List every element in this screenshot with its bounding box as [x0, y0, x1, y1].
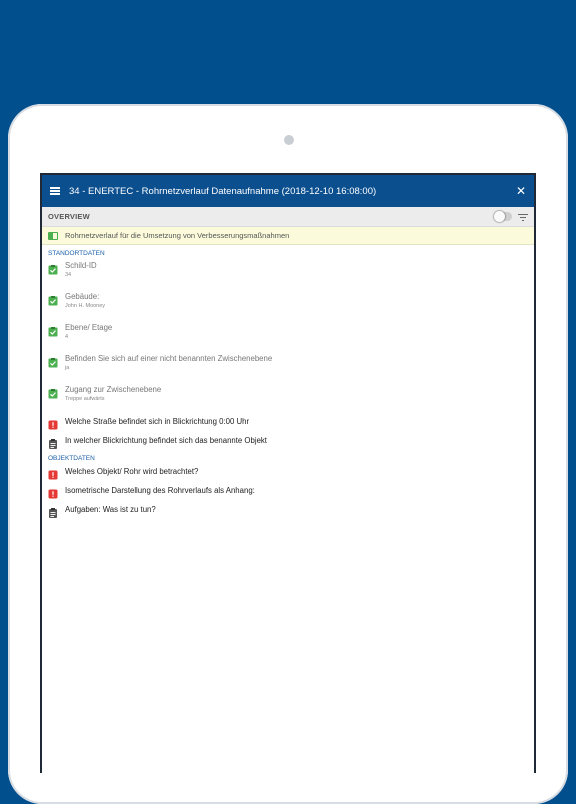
app-bar: 34 - ENERTEC - Rohrnetzverlauf Datenaufn…: [42, 175, 534, 207]
alert-icon: [48, 467, 58, 479]
item-value: Treppe aufwärts: [65, 396, 105, 402]
item-text: Welches Objekt/ Rohr wird betrachtet?: [65, 467, 198, 476]
overview-toggle[interactable]: [494, 211, 512, 222]
form-item[interactable]: Isometrische Darstellung des Rohrverlauf…: [42, 481, 534, 500]
section-header: STANDORTDATEN: [48, 250, 105, 257]
item-text: Isometrische Darstellung des Rohrverlauf…: [65, 486, 255, 495]
form-item[interactable]: Ebene/ Etage 4: [42, 319, 534, 350]
item-label: Gebäude:: [65, 292, 100, 301]
form-item[interactable]: Schild-ID 34: [42, 257, 534, 288]
form-item[interactable]: Welche Straße befindet sich in Blickrich…: [42, 412, 534, 431]
item-text: Zugang zur Zwischenebene Treppe aufwärts: [65, 385, 161, 402]
app-title: 34 - ENERTEC - Rohrnetzverlauf Datenaufn…: [69, 185, 377, 197]
form-icon: [48, 231, 58, 240]
banner-text: Rohrnetzverlauf für die Umsetzung von Ve…: [65, 231, 290, 240]
item-value: ja: [65, 365, 70, 371]
form-item[interactable]: Gebäude: John H. Mooney: [42, 288, 534, 319]
item-text: Ebene/ Etage 4: [65, 323, 112, 340]
overview-label: OVERVIEW: [48, 212, 90, 221]
clipboard-check-icon: [48, 355, 58, 368]
form-item[interactable]: In welcher Blickrichtung befindet sich d…: [42, 431, 534, 450]
item-label: Welche Straße befindet sich in Blickrich…: [65, 417, 250, 426]
clipboard-check-icon: [48, 262, 58, 275]
toggle-knob: [494, 211, 505, 222]
item-value: 34: [65, 272, 72, 278]
close-icon[interactable]: ✕: [516, 185, 526, 197]
filter-icon[interactable]: [518, 213, 528, 221]
item-text: In welcher Blickrichtung befindet sich d…: [65, 436, 267, 445]
item-label: Welches Objekt/ Rohr wird betrachtet?: [65, 467, 199, 476]
form-item[interactable]: Befinden Sie sich auf einer nicht benann…: [42, 350, 534, 381]
clipboard-icon: [48, 436, 58, 449]
overview-bar: OVERVIEW: [42, 207, 534, 227]
item-label: Isometrische Darstellung des Rohrverlauf…: [65, 486, 255, 495]
item-text: Welche Straße befindet sich in Blickrich…: [65, 417, 249, 426]
form-item[interactable]: Zugang zur Zwischenebene Treppe aufwärts: [42, 381, 534, 412]
clipboard-icon: [48, 505, 58, 518]
form-description-banner: Rohrnetzverlauf für die Umsetzung von Ve…: [42, 227, 534, 245]
item-label: In welcher Blickrichtung befindet sich d…: [65, 436, 267, 445]
form-item[interactable]: Welches Objekt/ Rohr wird betrachtet?: [42, 462, 534, 481]
camera-dot: [284, 135, 294, 145]
item-label: Aufgaben: Was ist zu tun?: [65, 505, 156, 514]
form-sections: STANDORTDATEN Schild-ID 34 Gebäude: John…: [42, 245, 534, 519]
item-value: 4: [65, 334, 69, 340]
item-text: Aufgaben: Was ist zu tun?: [65, 505, 156, 514]
item-label: Zugang zur Zwischenebene: [65, 385, 162, 394]
clipboard-check-icon: [48, 293, 58, 306]
item-text: Gebäude: John H. Mooney: [65, 292, 105, 309]
form-item[interactable]: Aufgaben: Was ist zu tun?: [42, 500, 534, 519]
clipboard-check-icon: [48, 324, 58, 337]
item-text: Befinden Sie sich auf einer nicht benann…: [65, 354, 272, 371]
alert-icon: [48, 417, 58, 429]
item-label: Ebene/ Etage: [65, 323, 113, 332]
alert-icon: [48, 486, 58, 498]
clipboard-check-icon: [48, 386, 58, 399]
item-value: John H. Mooney: [65, 303, 106, 309]
item-text: Schild-ID 34: [65, 261, 97, 278]
item-label: Schild-ID: [65, 261, 97, 270]
menu-icon[interactable]: [50, 187, 60, 195]
item-label: Befinden Sie sich auf einer nicht benann…: [65, 354, 273, 363]
app-screen: 34 - ENERTEC - Rohrnetzverlauf Datenaufn…: [40, 173, 536, 773]
section-header: OBJEKTDATEN: [48, 455, 95, 462]
